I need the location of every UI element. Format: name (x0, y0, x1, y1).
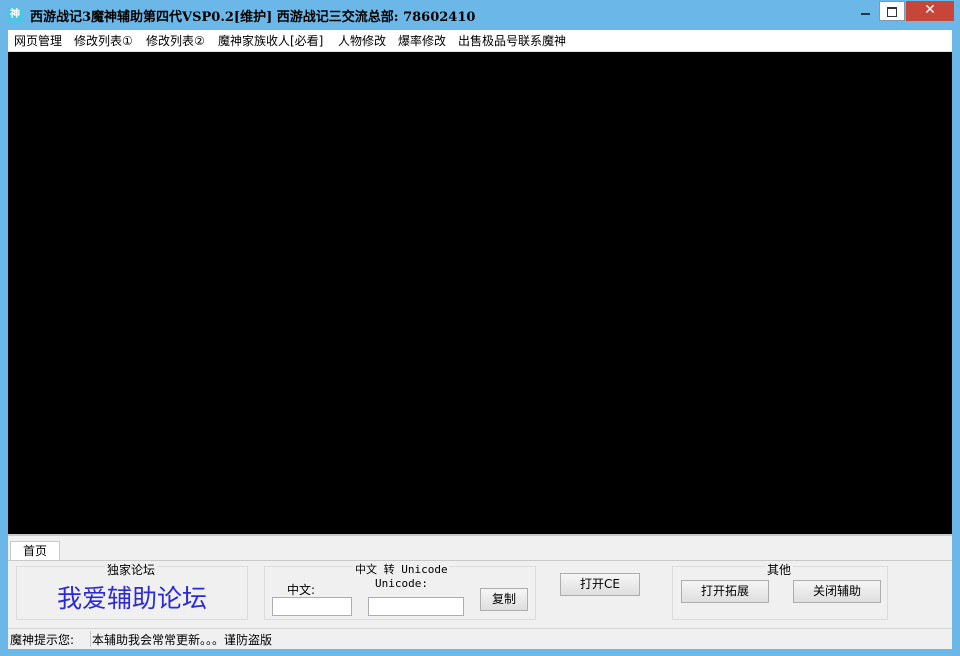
menu-modify-list-2[interactable]: 修改列表② (143, 32, 208, 49)
menu-family-recruit[interactable]: 魔神家族收人[必看] (215, 32, 326, 49)
status-message: 本辅助我会常常更新。。。谨防盗版 (92, 633, 273, 647)
other-group: 其他 打开拓展 关闭辅助 (672, 561, 888, 620)
chinese-label: 中文: (287, 583, 316, 597)
menu-web-manage[interactable]: 网页管理 (11, 32, 65, 49)
unicode-input[interactable] (368, 597, 464, 616)
forum-group: 独家论坛 我爱辅助论坛 (16, 561, 248, 620)
app-icon: 神 (7, 7, 23, 23)
minimize-icon (860, 13, 870, 15)
maximize-icon (887, 7, 897, 17)
forum-group-title: 独家论坛 (105, 561, 158, 578)
menu-modify-list-1[interactable]: 修改列表① (71, 32, 136, 49)
convert-group-title: 中文 转 Unicode (353, 561, 450, 577)
forum-link[interactable]: 我爱辅助论坛 (17, 579, 247, 615)
menu-sell-account[interactable]: 出售极品号联系魔神 (455, 32, 569, 49)
close-icon: ✕ (924, 2, 936, 18)
title-bar[interactable]: 神 西游战记3魔神辅助第四代VSP0.2[维护] 西游战记三交流总部: 7860… (0, 0, 960, 30)
bottom-panel: 首页 独家论坛 我爱辅助论坛 中文 转 Unicode 中文: Unicode:… (8, 534, 952, 630)
status-separator (90, 631, 91, 647)
menu-droprate-edit[interactable]: 爆率修改 (395, 32, 449, 49)
minimize-button[interactable] (852, 1, 878, 21)
open-ce-button[interactable]: 打开CE (560, 573, 640, 596)
close-button[interactable]: ✕ (906, 1, 954, 21)
tab-home[interactable]: 首页 (10, 541, 60, 561)
other-group-title: 其他 (765, 561, 794, 578)
window-title: 西游战记3魔神辅助第四代VSP0.2[维护] 西游战记三交流总部: 786024… (30, 10, 476, 25)
browser-display-area[interactable] (8, 52, 952, 534)
app-window: 神 西游战记3魔神辅助第四代VSP0.2[维护] 西游战记三交流总部: 7860… (0, 0, 960, 656)
unicode-label: Unicode: (375, 577, 428, 590)
menu-character-edit[interactable]: 人物修改 (335, 32, 389, 49)
copy-button[interactable]: 复制 (480, 588, 528, 611)
status-bar: 魔神提示您: 本辅助我会常常更新。。。谨防盗版 (8, 628, 952, 649)
convert-group: 中文 转 Unicode 中文: Unicode: 复制 (264, 561, 536, 620)
close-helper-button[interactable]: 关闭辅助 (793, 580, 881, 603)
chinese-input[interactable] (272, 597, 352, 616)
menu-bar: 网页管理 修改列表① 修改列表② 魔神家族收人[必看] 人物修改 爆率修改 出售… (8, 30, 952, 52)
open-extension-button[interactable]: 打开拓展 (681, 580, 769, 603)
maximize-button[interactable] (879, 1, 905, 21)
status-label: 魔神提示您: (10, 633, 75, 647)
